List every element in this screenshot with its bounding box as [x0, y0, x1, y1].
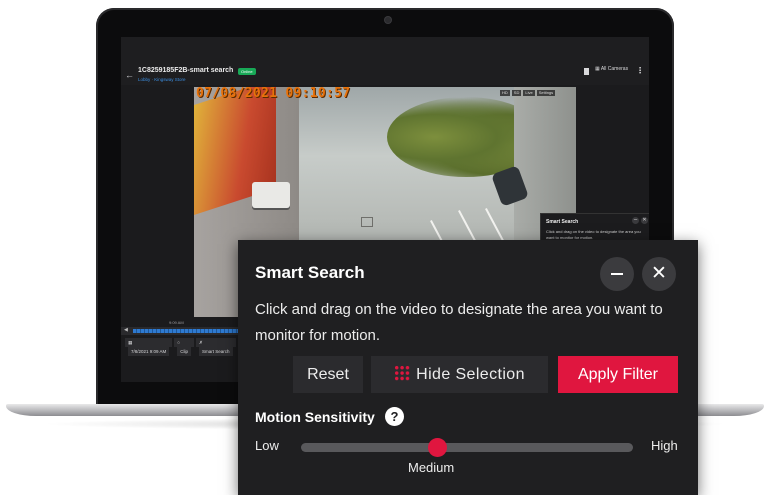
truck-scene — [252, 182, 290, 208]
webcam-dot — [385, 17, 391, 23]
timeline-recording-ticks — [133, 329, 243, 333]
camera-header: ← 1C8259185F2B-smart search Online Lobby… — [121, 37, 649, 85]
mini-minus-icon[interactable]: – — [632, 217, 639, 224]
drain-scene — [361, 217, 373, 227]
video-control-live[interactable]: Live — [523, 90, 535, 96]
video-timestamp: 07/08/2021 09:10:57 — [196, 87, 351, 101]
question-circle-icon[interactable]: ? — [385, 407, 404, 426]
apply-filter-label: Apply Filter — [577, 366, 659, 383]
slider-low-label: Low — [255, 438, 279, 453]
grid-dots-icon — [394, 365, 411, 381]
location-link[interactable]: Lobby · Kingsway Store — [138, 77, 186, 82]
slider-high-label: High — [651, 438, 678, 453]
reset-button[interactable]: Reset — [293, 356, 363, 393]
slider-value-label: Medium — [408, 460, 455, 475]
hide-selection-button[interactable]: Hide Selection — [371, 356, 548, 393]
more-options-icon[interactable]: ⋮ — [636, 66, 644, 75]
apply-filter-button[interactable]: Apply Filter — [558, 356, 678, 393]
sensitivity-slider-track[interactable] — [301, 443, 633, 452]
video-control-settings[interactable]: Settings — [536, 90, 556, 96]
video-controls: HD SD Live Settings — [500, 90, 556, 96]
minus-icon[interactable] — [600, 257, 634, 291]
video-control-sd[interactable]: SD — [511, 90, 522, 96]
close-icon[interactable]: ✕ — [642, 257, 676, 291]
panel-title: Smart Search — [255, 263, 365, 282]
smart-search-panel: Smart Search ✕ Click and drag on the vid… — [238, 240, 698, 495]
timeline-clip-button[interactable]: ○ Clip — [174, 338, 195, 356]
reset-label: Reset — [307, 366, 349, 383]
timeline-date-button[interactable]: ▦ 7/8/2021 9:09 AM — [125, 338, 173, 356]
mini-panel-title: Smart Search — [546, 219, 579, 225]
timeline-date-label: 7/8/2021 9:09 AM — [128, 347, 170, 356]
hide-selection-label: Hide Selection — [416, 366, 525, 383]
timeline-clip-label: Clip — [177, 347, 192, 356]
timeline-current-time: 9:09 AM — [169, 320, 184, 325]
status-badge: Online — [238, 68, 256, 75]
panel-description: Click and drag on the video to designate… — [255, 301, 663, 344]
sensitivity-slider-thumb[interactable] — [427, 438, 447, 457]
motion-sensitivity-label: Motion Sensitivity — [255, 409, 375, 425]
back-arrow-icon[interactable]: ← — [125, 70, 134, 80]
timeline-smart-search-button[interactable]: ✗ Smart Search — [196, 338, 236, 356]
all-cameras-label: All Cameras — [600, 66, 629, 72]
timeline-smart-search-label: Smart Search — [199, 347, 233, 356]
bookmark-icon[interactable] — [584, 68, 589, 75]
camera-title: 1C8259185F2B-smart search — [138, 67, 234, 74]
video-control-hd[interactable]: HD — [500, 90, 510, 96]
all-cameras-button[interactable]: ▦ All Cameras — [595, 66, 628, 72]
timeline-controls: ▦ 7/8/2021 9:09 AM ○ Clip ✗ Smart Search — [125, 338, 236, 356]
timeline-back-icon[interactable]: ◀ — [124, 327, 128, 333]
mini-close-icon[interactable]: ✕ — [641, 217, 648, 224]
